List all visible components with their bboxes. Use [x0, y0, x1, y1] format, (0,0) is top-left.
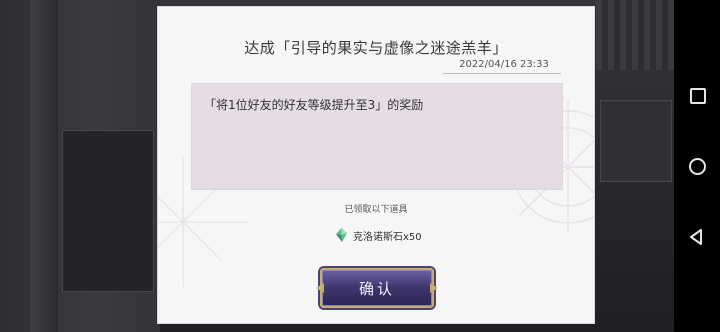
back-button[interactable] — [686, 226, 708, 248]
reward-item: 克洛诺斯石x50 — [336, 227, 422, 243]
received-items-label: 已领取以下道具 — [344, 205, 408, 215]
square-icon — [690, 88, 706, 104]
divider — [443, 73, 561, 74]
background-shelf — [600, 100, 672, 182]
reward-item-text: 克洛诺斯石x50 — [353, 231, 422, 243]
background-window — [596, 0, 674, 70]
background-pillar — [30, 0, 58, 332]
confirm-button[interactable]: 确认 — [320, 268, 434, 308]
confirm-button-label: 确认 — [358, 279, 395, 298]
reward-dialog: 达成「引导的果实与虚像之迷途羔羊」 2022/04/16 23:33 「将1位好… — [157, 6, 595, 324]
background-furniture — [62, 130, 154, 292]
back-triangle-icon — [690, 229, 702, 245]
recent-apps-button[interactable] — [686, 84, 708, 106]
circle-icon — [689, 158, 706, 175]
dialog-title: 达成「引导的果实与虚像之迷途羔羊」 — [244, 39, 508, 57]
message-box: 「将1位好友的好友等级提升至3」的奖励 — [191, 83, 563, 190]
home-button[interactable] — [686, 155, 708, 177]
message-text: 「将1位好友的好友等级提升至3」的奖励 — [204, 98, 424, 112]
timestamp: 2022/04/16 23:33 — [459, 59, 549, 70]
crystal-stone-icon — [336, 228, 347, 242]
